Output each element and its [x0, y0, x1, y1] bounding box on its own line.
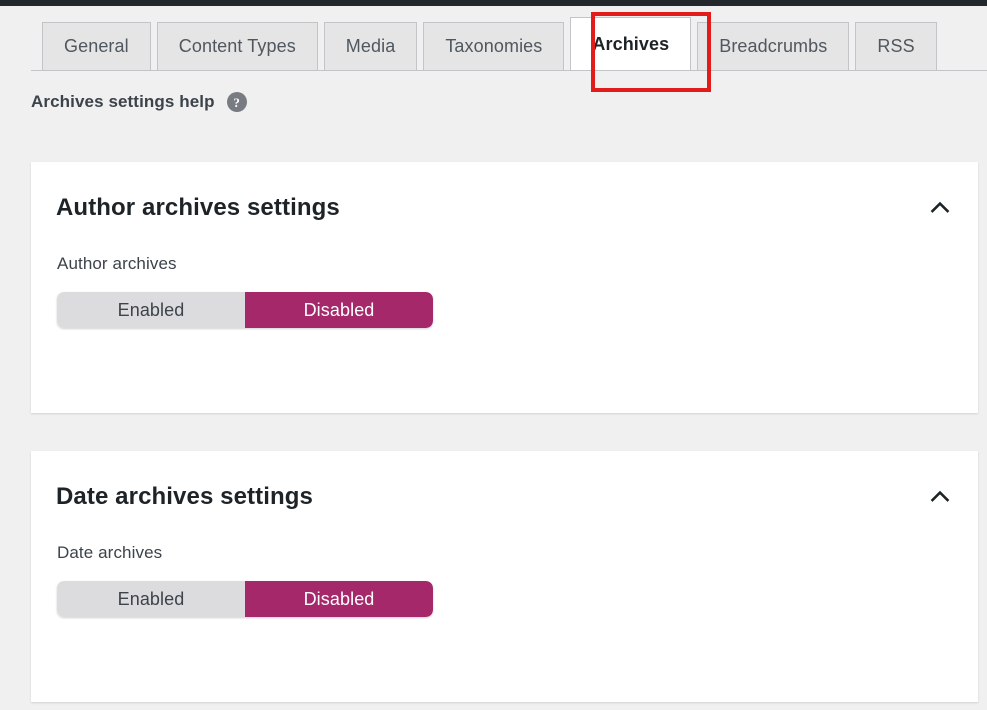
- tab-media[interactable]: Media: [323, 22, 418, 70]
- tab-taxonomies[interactable]: Taxonomies: [423, 22, 565, 70]
- field-label-author-archives: Author archives: [57, 254, 177, 273]
- help-label: Archives settings help: [31, 92, 215, 111]
- card-body: Date archives Enabled Disabled: [31, 543, 978, 617]
- author-archives-enabled-option[interactable]: Enabled: [57, 292, 245, 328]
- date-archives-disabled-option[interactable]: Disabled: [245, 581, 433, 617]
- chevron-up-icon[interactable]: [927, 484, 953, 510]
- tab-strip-underline: [31, 70, 987, 71]
- card-header[interactable]: Date archives settings: [31, 451, 978, 543]
- admin-bar: [0, 0, 987, 6]
- date-archives-toggle[interactable]: Enabled Disabled: [57, 581, 433, 617]
- tab-label: Breadcrumbs: [719, 36, 828, 56]
- author-archives-toggle[interactable]: Enabled Disabled: [57, 292, 433, 328]
- tab-label: RSS: [877, 36, 915, 56]
- card-body: Author archives Enabled Disabled: [31, 254, 978, 328]
- page-title: Date archives settings: [56, 483, 313, 510]
- date-archives-enabled-option[interactable]: Enabled: [57, 581, 245, 617]
- tab-archives[interactable]: Archives: [570, 17, 692, 70]
- chevron-up-icon[interactable]: [927, 195, 953, 221]
- settings-tab-strip: General Content Types Media Taxonomies A…: [0, 17, 987, 70]
- tab-label: Taxonomies: [445, 36, 543, 56]
- card-header[interactable]: Author archives settings: [31, 162, 978, 254]
- author-archives-disabled-option[interactable]: Disabled: [245, 292, 433, 328]
- archives-settings-help[interactable]: Archives settings help ?: [31, 92, 247, 112]
- tab-rss[interactable]: RSS: [855, 22, 937, 70]
- tab-general[interactable]: General: [42, 22, 151, 70]
- tab-breadcrumbs[interactable]: Breadcrumbs: [697, 22, 850, 70]
- author-archives-settings-card: Author archives settings Author archives…: [31, 162, 978, 413]
- tab-label: Archives: [592, 33, 670, 54]
- tab-label: General: [64, 36, 129, 56]
- tab-label: Content Types: [178, 36, 296, 56]
- tab-label: Media: [345, 36, 396, 56]
- tab-content-types[interactable]: Content Types: [156, 22, 318, 70]
- field-label-date-archives: Date archives: [57, 543, 163, 562]
- help-circle-icon[interactable]: ?: [226, 92, 247, 112]
- page-title: Author archives settings: [56, 194, 340, 221]
- date-archives-settings-card: Date archives settings Date archives Ena…: [31, 451, 978, 702]
